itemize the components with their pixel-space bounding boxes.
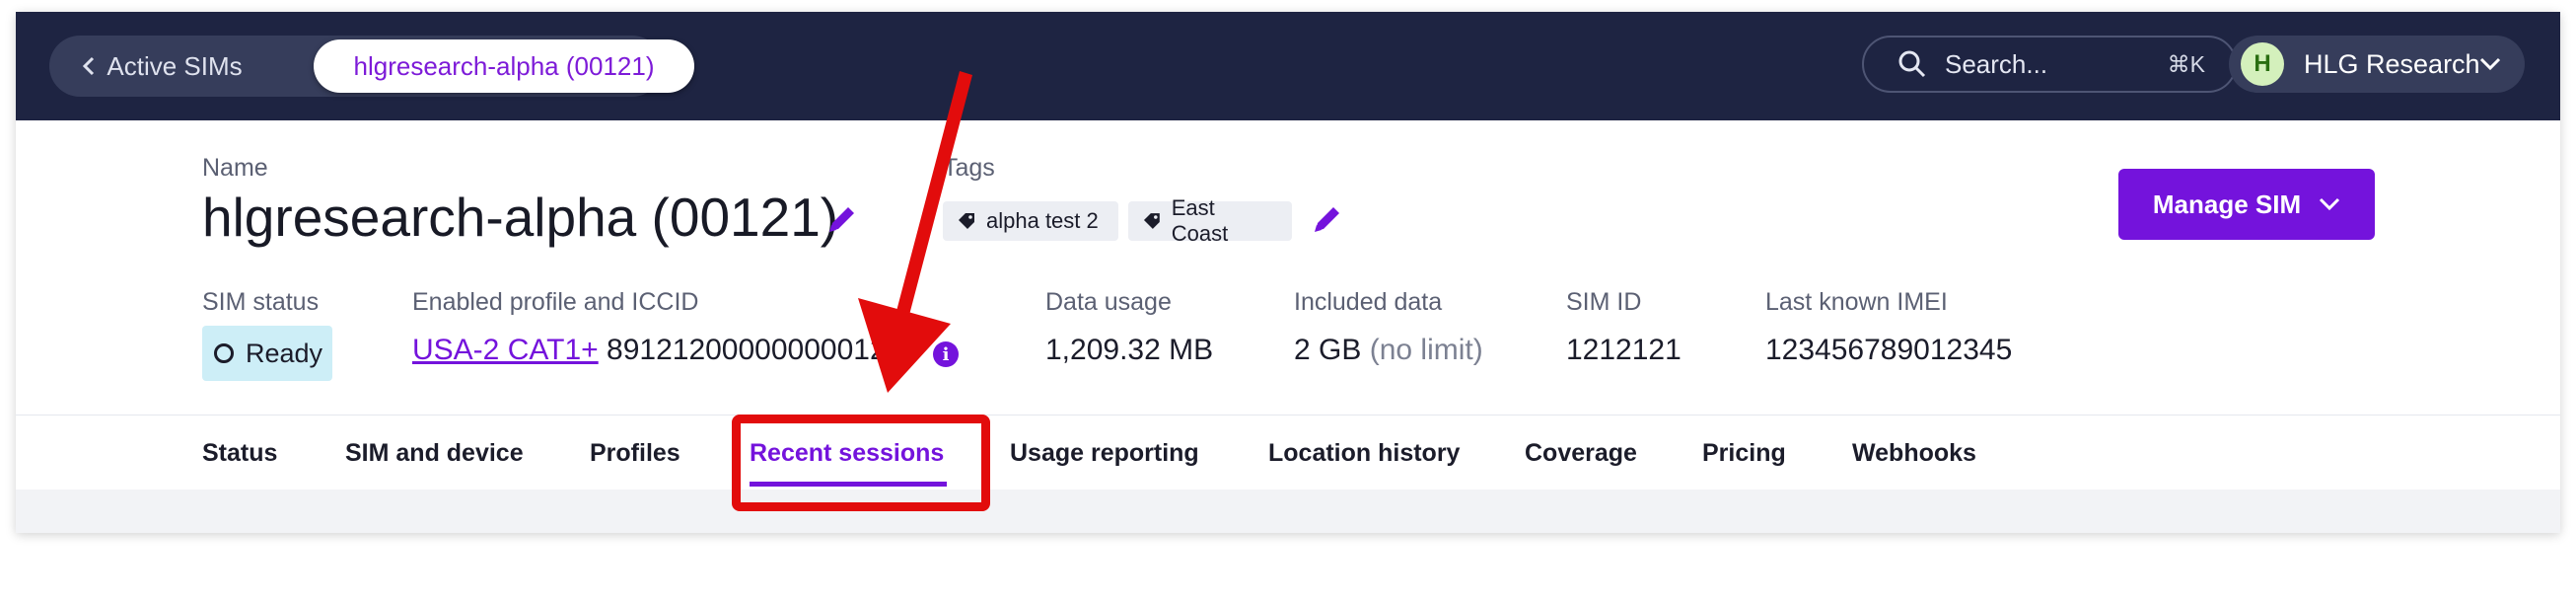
account-menu[interactable]: H HLG Research	[2229, 36, 2525, 93]
search-icon	[1898, 50, 1926, 78]
included-data-label: Included data	[1294, 288, 1443, 316]
breadcrumb: Active SIMs hlgresearch-alpha (00121)	[49, 36, 694, 97]
tab-usage-reporting[interactable]: Usage reporting	[1010, 415, 1199, 491]
annotation-arrow-icon	[858, 71, 972, 393]
included-note: (no limit)	[1369, 334, 1483, 366]
tab-location-history[interactable]: Location history	[1268, 415, 1460, 491]
tab-webhooks[interactable]: Webhooks	[1852, 415, 1976, 491]
tab-bar: Status SIM and device Profiles Recent se…	[16, 415, 2560, 491]
tab-coverage[interactable]: Coverage	[1525, 415, 1637, 491]
avatar: H	[2241, 42, 2284, 86]
annotation-highlight-box	[732, 415, 990, 511]
name-label: Name	[202, 154, 268, 182]
tab-profiles[interactable]: Profiles	[590, 415, 680, 491]
content-area	[16, 490, 2560, 533]
sim-id-value: 1212121	[1566, 334, 1682, 366]
tag-label: alpha test 2	[986, 208, 1099, 233]
search-shortcut: ⌘K	[2167, 50, 2205, 77]
sim-status-label: SIM status	[202, 288, 320, 316]
tab-sim-and-device[interactable]: SIM and device	[345, 415, 524, 491]
status-value: Ready	[246, 338, 323, 368]
data-usage-value: 1,209.32 MB	[1045, 334, 1214, 366]
profile-iccid-value: USA-2 CAT1+ 891212000000000121	[412, 334, 902, 367]
tab-pricing[interactable]: Pricing	[1702, 415, 1786, 491]
chevron-down-icon	[2479, 57, 2501, 71]
pencil-icon[interactable]	[1310, 201, 1345, 237]
tag-icon	[1143, 213, 1160, 229]
back-label: Active SIMs	[107, 50, 243, 81]
account-name: HLG Research	[2304, 48, 2480, 79]
page-title: hlgresearch-alpha (00121)	[202, 187, 839, 248]
current-sim-crumb[interactable]: hlgresearch-alpha (00121)	[314, 39, 694, 93]
sim-id-label: SIM ID	[1566, 288, 1642, 316]
manage-sim-label: Manage SIM	[2152, 189, 2302, 219]
chevron-down-icon	[2320, 197, 2340, 211]
imei-label: Last known IMEI	[1765, 288, 1948, 316]
included-amount: 2 GB	[1294, 334, 1362, 366]
search-input[interactable]: Search... ⌘K	[1862, 36, 2237, 93]
app-window: Active SIMs hlgresearch-alpha (00121) Se…	[16, 12, 2560, 533]
back-to-active-sims-link[interactable]: Active SIMs	[49, 36, 274, 97]
data-usage-label: Data usage	[1045, 288, 1172, 316]
chevron-left-icon	[83, 56, 95, 76]
included-data-value: 2 GB (no limit)	[1294, 334, 1483, 367]
search-placeholder: Search...	[1945, 48, 2048, 79]
manage-sim-button[interactable]: Manage SIM	[2118, 169, 2375, 240]
top-nav-bar: Active SIMs hlgresearch-alpha (00121) Se…	[16, 12, 2560, 120]
status-ring-icon	[214, 343, 234, 363]
imei-value: 123456789012345	[1765, 334, 2013, 366]
profile-link[interactable]: USA-2 CAT1+	[412, 334, 599, 366]
status-badge: Ready	[202, 326, 332, 381]
tag-east-coast[interactable]: East Coast	[1128, 195, 1292, 246]
profile-iccid-label: Enabled profile and ICCID	[412, 288, 699, 316]
tag-label: East Coast	[1171, 195, 1229, 246]
tab-status[interactable]: Status	[202, 415, 277, 491]
